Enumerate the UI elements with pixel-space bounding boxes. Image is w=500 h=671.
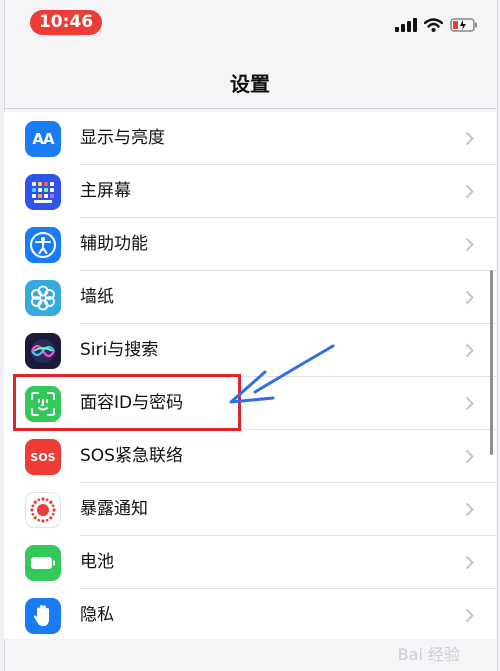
- settings-row-exposure-notifications[interactable]: 暴露通知: [4, 483, 496, 536]
- annotation-highlight-box: [13, 374, 241, 431]
- settings-row-label: Siri与搜索: [80, 340, 159, 360]
- chevron-right-icon: [465, 555, 474, 570]
- chevron-right-icon: [465, 396, 474, 411]
- display-brightness-icon: AA: [25, 121, 61, 157]
- cellular-signal-icon: [395, 18, 417, 32]
- scroll-indicator[interactable]: [490, 270, 493, 455]
- chevron-right-icon: [465, 290, 474, 305]
- settings-row-label: 电池: [80, 552, 114, 572]
- battery-icon: [25, 545, 61, 581]
- settings-row-label: 隐私: [80, 605, 114, 625]
- chevron-right-icon: [465, 184, 474, 199]
- chevron-right-icon: [465, 449, 474, 464]
- sos-icon-text: SOS: [30, 450, 56, 464]
- watermark: Bai 经验: [397, 645, 460, 664]
- settings-row-label: 显示与亮度: [80, 128, 165, 148]
- chevron-right-icon: [465, 343, 474, 358]
- settings-row-home-screen[interactable]: 主屏幕: [4, 165, 496, 218]
- annotation-arrow-icon: [229, 344, 335, 404]
- settings-row-label: 辅助功能: [80, 234, 148, 254]
- home-screen-icon: [25, 174, 61, 210]
- chevron-right-icon: [465, 502, 474, 517]
- display-icon-text: AA: [32, 130, 54, 148]
- status-bar: 10:46: [0, 0, 500, 48]
- settings-row-label: 暴露通知: [80, 499, 148, 519]
- status-icons: [395, 15, 478, 35]
- accessibility-icon: [25, 227, 61, 263]
- privacy-hand-icon: [25, 598, 61, 634]
- settings-row-battery[interactable]: 电池: [4, 536, 496, 589]
- nav-divider: [4, 108, 496, 109]
- page-title: 设置: [230, 72, 270, 96]
- chevron-right-icon: [465, 131, 474, 146]
- settings-row-emergency-sos[interactable]: SOS SOS紧急联络: [4, 430, 496, 483]
- battery-charging-icon: [450, 18, 477, 32]
- siri-icon: [25, 333, 61, 369]
- exposure-notification-icon: [25, 492, 61, 528]
- settings-row-display-brightness[interactable]: AA 显示与亮度: [4, 112, 496, 165]
- chevron-right-icon: [465, 237, 474, 252]
- wallpaper-icon: [25, 280, 61, 316]
- chevron-right-icon: [465, 608, 474, 623]
- wifi-icon: [424, 18, 443, 32]
- settings-row-label: 主屏幕: [80, 181, 131, 201]
- settings-row-accessibility[interactable]: 辅助功能: [4, 218, 496, 271]
- settings-row-privacy[interactable]: 隐私: [4, 589, 496, 639]
- settings-row-wallpaper[interactable]: 墙纸: [4, 271, 496, 324]
- sos-icon: SOS: [25, 439, 61, 475]
- settings-row-label: 墙纸: [80, 287, 114, 307]
- settings-row-label: SOS紧急联络: [80, 446, 183, 466]
- status-time: 10:46: [30, 10, 102, 35]
